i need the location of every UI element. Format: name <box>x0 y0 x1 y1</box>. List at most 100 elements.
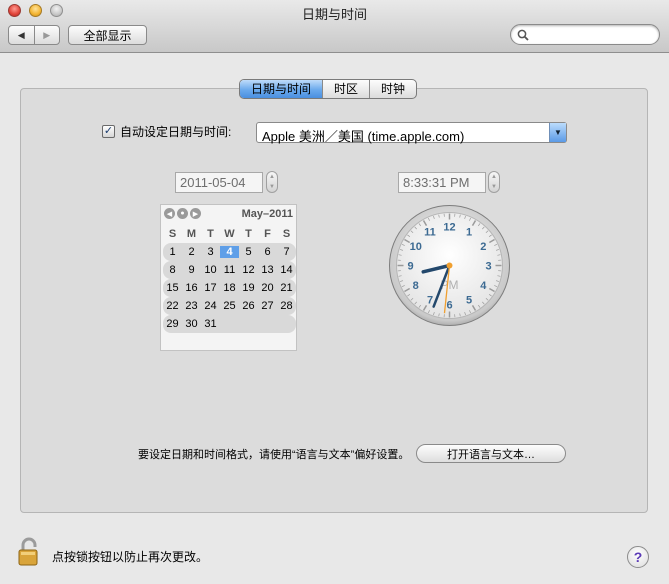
dropdown-arrow-icon[interactable]: ▼ <box>549 123 566 142</box>
weekday-label: F <box>264 228 271 240</box>
tab-clock[interactable]: 时钟 <box>369 80 416 98</box>
checkmark-icon: ✓ <box>103 125 114 137</box>
clock-number: 4 <box>480 280 487 292</box>
calendar: ◀ ● ▶ May–2011 S M T W T F S 1 2 3 4 5 6 7 8 9 10… <box>160 204 297 351</box>
calendar-header: ◀ ● ▶ May–2011 <box>161 207 296 223</box>
calendar-week-row: 8 9 10 11 12 13 14 <box>163 261 296 279</box>
window-title: 日期与时间 <box>301 7 367 22</box>
auto-set-checkbox[interactable]: ✓ <box>102 125 115 138</box>
back-arrow-icon: ◀ <box>17 29 25 40</box>
calendar-day[interactable]: 27 <box>258 300 277 312</box>
clock-number: 12 <box>443 222 455 234</box>
weekday-label: S <box>282 228 291 240</box>
clock-number: 2 <box>480 241 486 253</box>
time-stepper[interactable]: ▲ ▼ <box>488 171 500 193</box>
title-bar: 日期与时间 ◀ ▶ 全部显示 <box>0 0 669 53</box>
lock-icon[interactable] <box>17 537 45 567</box>
calendar-day[interactable]: 20 <box>258 282 277 294</box>
calendar-week-row: 22 23 24 25 26 27 28 <box>163 297 296 315</box>
calendar-day[interactable]: 7 <box>277 246 296 258</box>
calendar-day[interactable]: 25 <box>220 300 239 312</box>
calendar-day[interactable]: 31 <box>201 318 220 330</box>
calendar-day[interactable]: 21 <box>277 282 296 294</box>
clock-number: 3 <box>485 261 491 273</box>
date-field[interactable]: 2011-05-04 <box>175 172 263 193</box>
calendar-day[interactable]: 11 <box>220 264 239 276</box>
stepper-up-icon[interactable]: ▲ <box>491 174 497 180</box>
time-server-select[interactable]: Apple 美洲／美国 (time.apple.com) ▼ <box>256 122 567 144</box>
calendar-day[interactable]: 12 <box>239 264 258 276</box>
today-icon[interactable]: ● <box>177 208 188 219</box>
clock-center-pin <box>446 262 453 269</box>
calendar-weeks: 1 2 3 4 5 6 7 8 9 10 11 12 13 14 15 16 17 18 19 20 21 22 23 24 2… <box>163 243 296 333</box>
help-button[interactable]: ? <box>627 546 649 568</box>
back-forward-group: ◀ ▶ <box>8 25 60 45</box>
calendar-day[interactable]: 6 <box>258 246 277 258</box>
clock-number: 7 <box>427 294 433 306</box>
lock-hint-label: 点按锁按钮以防止再次更改。 <box>52 550 209 564</box>
weekday-label: S <box>168 228 177 240</box>
date-stepper[interactable]: ▲ ▼ <box>266 171 278 193</box>
auto-set-label: 自动设定日期与时间: <box>120 125 232 139</box>
clock-number: 6 <box>446 300 452 312</box>
time-field[interactable]: 8:33:31 PM <box>398 172 486 193</box>
calendar-week-row: 1234567 <box>163 243 296 261</box>
calendar-day[interactable]: 19 <box>239 282 258 294</box>
forward-button[interactable]: ▶ <box>33 26 60 44</box>
clock-number: 5 <box>466 294 472 306</box>
calendar-day[interactable]: 10 <box>201 264 220 276</box>
calendar-day[interactable]: 13 <box>258 264 277 276</box>
calendar-day[interactable]: 8 <box>163 264 182 276</box>
clock-number: 11 <box>424 227 436 239</box>
format-note: 要设定日期和时间格式，请使用“语言与文本”偏好设置。 <box>138 449 410 461</box>
calendar-day[interactable]: 29 <box>163 318 182 330</box>
calendar-day[interactable]: 17 <box>201 282 220 294</box>
weekday-label: W <box>224 228 235 240</box>
weekday-label: T <box>245 228 252 240</box>
tab-time-zone[interactable]: 时区 <box>322 80 369 98</box>
forward-arrow-icon: ▶ <box>43 29 51 40</box>
calendar-day[interactable]: 23 <box>182 300 201 312</box>
back-button[interactable]: ◀ <box>9 26 34 44</box>
calendar-day[interactable]: 18 <box>220 282 239 294</box>
calendar-day[interactable]: 26 <box>239 300 258 312</box>
calendar-day[interactable]: 14 <box>277 264 296 276</box>
analog-clock: 12 1234567891011 PM <box>389 205 510 326</box>
calendar-day[interactable]: 22 <box>163 300 182 312</box>
calendar-day[interactable]: 2 <box>182 246 201 258</box>
weekday-label: T <box>207 228 214 240</box>
search-input[interactable] <box>533 27 653 42</box>
calendar-day[interactable]: 30 <box>182 318 201 330</box>
tab-date-time[interactable]: 日期与时间 <box>240 80 323 98</box>
prev-month-icon[interactable]: ◀ <box>164 208 175 219</box>
search-field[interactable] <box>510 24 660 45</box>
calendar-day[interactable]: 1 <box>163 246 182 258</box>
help-icon: ? <box>633 549 643 565</box>
open-language-text-button[interactable]: 打开语言与文本… <box>416 444 566 463</box>
next-month-icon[interactable]: ▶ <box>190 208 201 219</box>
auto-set-row: ✓ 自动设定日期与时间: <box>102 123 231 140</box>
calendar-week-row: 29 30 31 <box>163 315 296 333</box>
calendar-day[interactable]: 15 <box>163 282 182 294</box>
stepper-down-icon[interactable]: ▼ <box>269 184 275 190</box>
weekday-label: M <box>186 228 197 240</box>
clock-number: 10 <box>410 241 422 253</box>
calendar-day[interactable]: 24 <box>201 300 220 312</box>
calendar-day[interactable]: 4 <box>220 246 239 258</box>
calendar-week-row: 15 16 17 18 19 20 21 <box>163 279 296 297</box>
clock-number: 8 <box>413 280 419 292</box>
calendar-day[interactable]: 28 <box>277 300 296 312</box>
stepper-up-icon[interactable]: ▲ <box>269 174 275 180</box>
tab-bar: 日期与时间 时区 时钟 <box>239 79 418 99</box>
calendar-month-label: May–2011 <box>241 208 293 220</box>
calendar-grid: S M T W T F S 1 2 3 4 5 6 7 8 9 10 11 12 13 14 15 16 17 1… <box>163 225 296 333</box>
show-all-button[interactable]: 全部显示 <box>68 25 147 45</box>
search-icon <box>517 29 529 41</box>
stepper-down-icon[interactable]: ▼ <box>491 184 497 190</box>
calendar-day[interactable]: 9 <box>182 264 201 276</box>
calendar-day[interactable]: 3 <box>201 246 220 258</box>
clock-number: 1 <box>466 227 472 239</box>
calendar-day[interactable]: 16 <box>182 282 201 294</box>
preferences-window: 日期与时间 ◀ ▶ 全部显示 日期与时间 时区 时钟 ✓ 自动设定日期与时间: … <box>0 0 669 584</box>
calendar-day[interactable]: 5 <box>239 246 258 258</box>
